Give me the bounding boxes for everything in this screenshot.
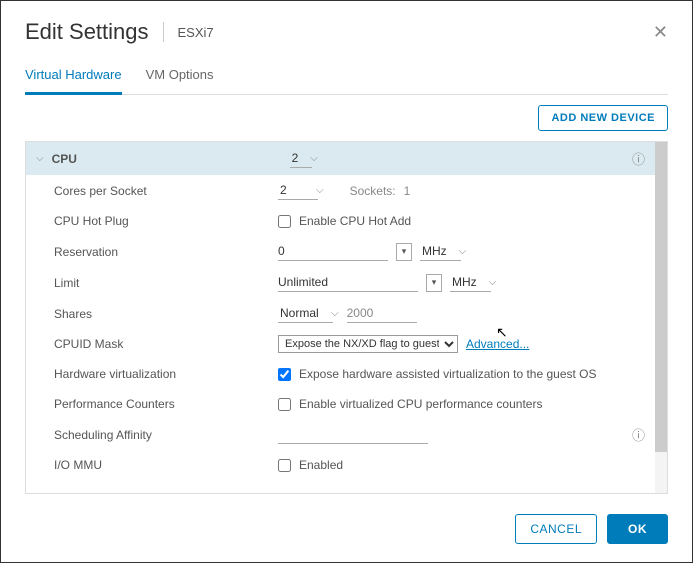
cancel-button[interactable]: CANCEL	[515, 514, 597, 544]
vm-name: ESXi7	[178, 25, 214, 40]
edit-settings-dialog: Edit Settings ESXi7 ✕ Virtual Hardware V…	[1, 1, 692, 562]
row-cpuid-mask: CPUID Mask Expose the NX/XD flag to gues…	[26, 329, 655, 359]
scrollbar-thumb[interactable]	[655, 142, 667, 452]
row-reservation: Reservation ▾ MHz ⌵	[26, 236, 655, 267]
settings-grid: ⌵ CPU 2 ⌵ ⓘ Cores per Socket 2 ⌵ Sockets…	[26, 142, 655, 493]
row-performance-counters: Performance Counters Enable virtualized …	[26, 389, 655, 419]
tab-vm-options[interactable]: VM Options	[146, 59, 214, 94]
row-io-mmu: I/O MMU Enabled	[26, 450, 655, 480]
toolbar: ADD NEW DEVICE	[25, 95, 668, 141]
cpu-accordion-header[interactable]: ⌵ CPU 2 ⌵ ⓘ	[26, 142, 655, 175]
chevron-down-icon: ⌵	[36, 153, 44, 164]
shares-mode-select[interactable]: Normal	[278, 304, 333, 323]
limit-input[interactable]	[278, 273, 418, 292]
hw-virt-checkbox[interactable]	[278, 368, 291, 381]
separator	[163, 22, 164, 42]
io-mmu-checkbox[interactable]	[278, 459, 291, 472]
cpuid-advanced-link[interactable]: Advanced...	[466, 337, 529, 351]
tab-virtual-hardware[interactable]: Virtual Hardware	[25, 59, 122, 95]
row-limit: Limit ▾ MHz ⌵	[26, 267, 655, 298]
info-icon[interactable]: ⓘ	[632, 425, 645, 444]
perf-counters-checkbox[interactable]	[278, 398, 291, 411]
dialog-title: Edit Settings	[25, 19, 149, 45]
reservation-unit-select[interactable]: MHz	[420, 242, 461, 261]
scheduling-affinity-input[interactable]	[278, 425, 428, 444]
dialog-header: Edit Settings ESXi7 ✕	[25, 19, 668, 45]
tab-bar: Virtual Hardware VM Options	[25, 59, 668, 95]
add-new-device-button[interactable]: ADD NEW DEVICE	[538, 105, 668, 131]
cpu-hot-add-checkbox[interactable]	[278, 215, 291, 228]
settings-panel: ⌵ CPU 2 ⌵ ⓘ Cores per Socket 2 ⌵ Sockets…	[25, 141, 668, 494]
cpuid-mask-select[interactable]: Expose the NX/XD flag to guest	[278, 335, 458, 353]
row-scheduling-affinity: Scheduling Affinity ⓘ	[26, 419, 655, 450]
reservation-dropdown-button[interactable]: ▾	[396, 243, 412, 261]
cores-per-socket-select[interactable]: 2	[278, 181, 318, 200]
limit-dropdown-button[interactable]: ▾	[426, 274, 442, 292]
cpu-count-select[interactable]: 2	[290, 149, 313, 168]
info-icon[interactable]: ⓘ	[632, 149, 645, 168]
reservation-input[interactable]	[278, 242, 388, 261]
shares-value-input[interactable]	[347, 304, 417, 323]
row-cpu-hot-plug: CPU Hot Plug Enable CPU Hot Add	[26, 206, 655, 236]
close-icon[interactable]: ✕	[653, 22, 668, 43]
row-shares: Shares Normal ⌵	[26, 298, 655, 329]
row-cores-per-socket: Cores per Socket 2 ⌵ Sockets: 1	[26, 175, 655, 206]
ok-button[interactable]: OK	[607, 514, 668, 544]
row-hardware-virtualization: Hardware virtualization Expose hardware …	[26, 359, 655, 389]
cpu-label: CPU	[52, 152, 282, 166]
dialog-footer: CANCEL OK	[25, 494, 668, 544]
scrollbar[interactable]	[655, 142, 667, 493]
limit-unit-select[interactable]: MHz	[450, 273, 491, 292]
